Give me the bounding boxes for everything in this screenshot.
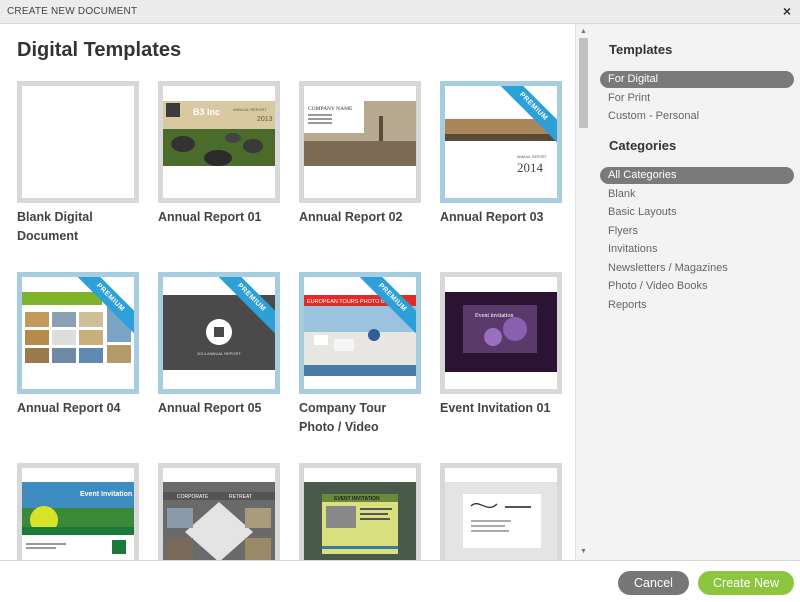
template-thumbnail[interactable]: Event Invitation [17, 463, 139, 560]
template-card[interactable]: Event invitation Event Invitation 01 [440, 272, 562, 418]
template-card[interactable]: B3 Inc ANNUAL REPORT 2013 Annual Report … [158, 81, 280, 227]
close-icon[interactable]: × [783, 3, 791, 19]
template-card[interactable]: COMPANY NAME Annual Report 02 [299, 81, 421, 227]
template-thumbnail[interactable]: ANNUAL REPORT 2014 PREMIUM [440, 81, 562, 203]
card-invitation-thumbnail [445, 482, 557, 560]
cancel-button[interactable]: Cancel [618, 571, 689, 595]
event-invitation-01-thumbnail: Event invitation [445, 292, 557, 372]
sidebar-item-all-categories[interactable]: All Categories [600, 167, 794, 184]
thumb-sub-text: ANNUAL REPORT [233, 107, 267, 112]
template-card[interactable]: 2014 ANNUAL REPORT PREMIUM Annual Report… [158, 272, 280, 418]
thumb-year-text: 2013 [257, 116, 273, 123]
sidebar-item-newsletters-magazines[interactable]: Newsletters / Magazines [600, 260, 794, 277]
sidebar-item-flyers[interactable]: Flyers [600, 223, 794, 240]
sidebar-item-for-print[interactable]: For Print [600, 90, 794, 107]
event-invitation-03-thumbnail: EVENT INVITATION [304, 482, 416, 560]
sidebar-item-invitations[interactable]: Invitations [600, 241, 794, 258]
thumb-title-text: 2014 ANNUAL REPORT [197, 351, 241, 356]
template-thumbnail[interactable]: CORPORATE RETREAT [158, 463, 280, 560]
template-thumbnail[interactable]: Event invitation [440, 272, 562, 394]
sidebar-item-for-digital[interactable]: For Digital [600, 71, 794, 88]
template-label: Annual Report 01 [158, 210, 262, 224]
template-card[interactable]: ANNUAL REPORT 2014 PREMIUM Annual Report… [440, 81, 562, 227]
template-label: Annual Report 04 [17, 401, 121, 415]
thumb-sub-text: ANNUAL REPORT [517, 155, 547, 159]
sidebar-item-custom-personal[interactable]: Custom - Personal [600, 108, 794, 125]
template-label: Annual Report 05 [158, 401, 262, 415]
template-thumbnail[interactable]: PREMIUM [17, 272, 139, 394]
template-card[interactable]: EVENT INVITATION [299, 463, 421, 560]
template-gallery: Digital Templates Blank Digital Document… [0, 24, 575, 560]
template-card[interactable]: PREMIUM Annual Report 04 [17, 272, 139, 418]
template-label: Blank Digital Document [17, 210, 93, 243]
thumb-company-text: B3 Inc [193, 107, 220, 117]
thumb-sub-text: RETREAT [229, 494, 252, 500]
template-label: Company Tour Photo / Video [299, 401, 387, 434]
event-invitation-02-thumbnail: Event Invitation [22, 482, 134, 554]
title-bar: CREATE NEW DOCUMENT × [0, 0, 800, 24]
thumb-title-text: Event Invitation [80, 491, 132, 498]
thumb-title-text: CORPORATE [177, 494, 209, 500]
template-label: Annual Report 03 [440, 210, 544, 224]
page-title: Digital Templates [17, 39, 182, 61]
scroll-up-icon[interactable]: ▲ [576, 26, 591, 38]
scroll-down-icon[interactable]: ▼ [576, 546, 591, 558]
annual-report-02-thumbnail: COMPANY NAME [304, 101, 416, 166]
template-card[interactable]: CORPORATE RETREAT [158, 463, 280, 560]
template-card[interactable] [440, 463, 562, 560]
template-thumbnail[interactable]: COMPANY NAME [299, 81, 421, 203]
template-card[interactable]: Event Invitation [17, 463, 139, 560]
template-thumbnail[interactable] [440, 463, 562, 560]
dialog-footer: Cancel Create New [0, 560, 800, 602]
thumb-title-text: EVENT INVITATION [334, 496, 380, 502]
sidebar-item-photo-video-books[interactable]: Photo / Video Books [600, 278, 794, 295]
templates-heading: Templates [609, 42, 673, 57]
template-thumbnail[interactable]: EUROPEAN TOURS PHOTO BOOK PREMIUM [299, 272, 421, 394]
corporate-retreat-thumbnail: CORPORATE RETREAT [163, 482, 275, 560]
template-thumbnail[interactable] [17, 81, 139, 203]
filter-sidebar: Templates For Digital For Print Custom -… [591, 24, 800, 560]
sidebar-item-blank[interactable]: Blank [600, 186, 794, 203]
thumb-title-text: Event invitation [475, 313, 514, 319]
scrollbar-thumb[interactable] [579, 38, 588, 128]
template-thumbnail[interactable]: EVENT INVITATION [299, 463, 421, 560]
template-label: Event Invitation 01 [440, 401, 551, 415]
template-thumbnail[interactable]: B3 Inc ANNUAL REPORT 2013 [158, 81, 280, 203]
template-thumbnail[interactable]: 2014 ANNUAL REPORT PREMIUM [158, 272, 280, 394]
template-card[interactable]: EUROPEAN TOURS PHOTO BOOK PREMIUM Compan… [299, 272, 421, 437]
categories-heading: Categories [609, 138, 677, 153]
sidebar-item-basic-layouts[interactable]: Basic Layouts [600, 204, 794, 221]
sidebar-item-reports[interactable]: Reports [600, 297, 794, 314]
annual-report-01-thumbnail: B3 Inc ANNUAL REPORT 2013 [163, 101, 275, 166]
thumb-company-text: COMPANY NAME [308, 106, 353, 112]
window-title: CREATE NEW DOCUMENT [7, 6, 138, 17]
template-label: Annual Report 02 [299, 210, 403, 224]
thumb-year-text: 2014 [517, 160, 544, 175]
template-card[interactable]: Blank Digital Document [17, 81, 139, 246]
gallery-scrollbar[interactable]: ▲ ▼ [575, 24, 591, 560]
create-new-button[interactable]: Create New [698, 571, 794, 595]
